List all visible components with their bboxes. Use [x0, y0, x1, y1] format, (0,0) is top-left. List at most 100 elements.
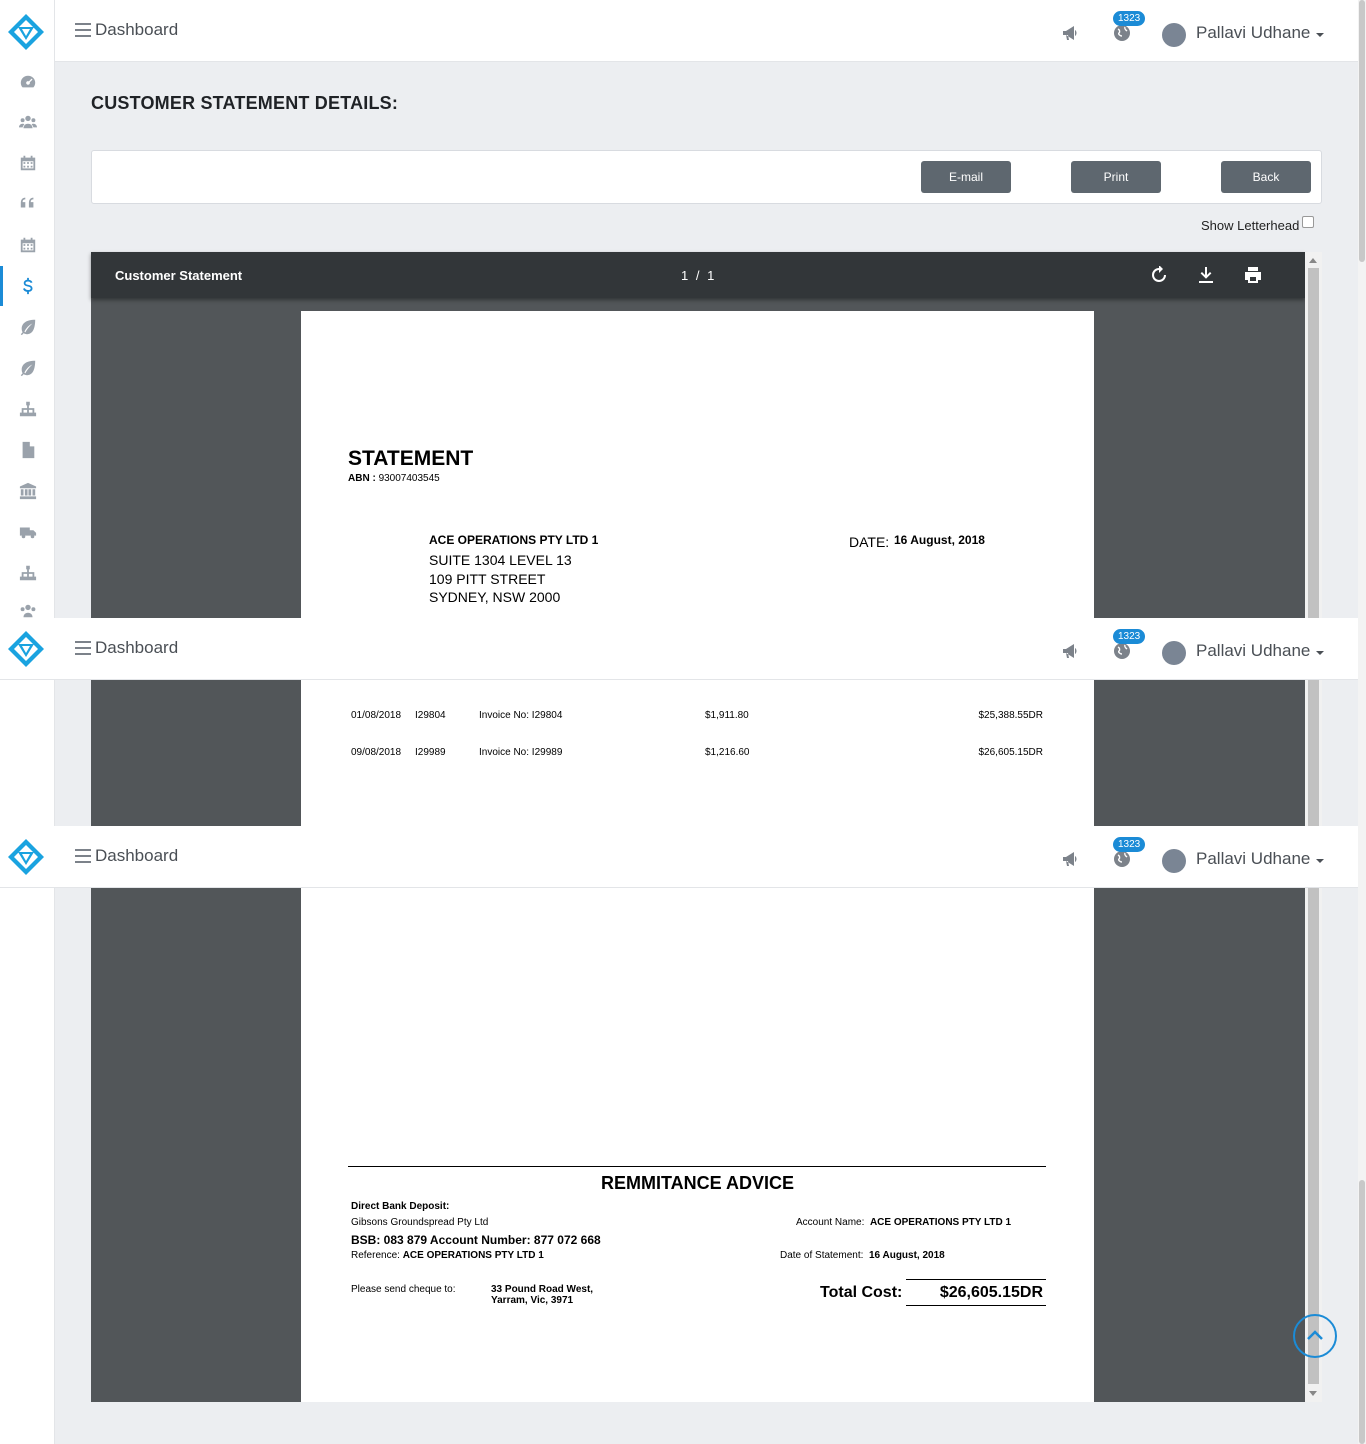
- globe-icon[interactable]: [1113, 850, 1131, 868]
- address-line-3: SYDNEY, NSW 2000: [429, 589, 561, 605]
- notification-badge[interactable]: 1323: [1113, 837, 1146, 852]
- row-date: 01/08/2018: [351, 710, 402, 721]
- bank-icon[interactable]: [0, 477, 55, 505]
- bsb-line: BSB: 083 879 Account Number: 877 072 668: [351, 1233, 601, 1247]
- dashboard-label: Dashboard: [95, 638, 179, 657]
- user-menu[interactable]: Pallavi Udhane: [1196, 23, 1325, 43]
- menu-toggle[interactable]: Dashboard: [75, 638, 178, 658]
- cheque-address-line-2: Yarram, Vic, 3971: [491, 1295, 574, 1306]
- row-ref: I29989: [415, 747, 446, 758]
- download-icon[interactable]: [1197, 266, 1215, 284]
- megaphone-icon[interactable]: [1061, 642, 1081, 660]
- date-label: DATE:: [849, 534, 890, 550]
- hamburger-icon[interactable]: [75, 849, 91, 863]
- row-description: Invoice No: I29804: [479, 710, 563, 721]
- menu-toggle[interactable]: Dashboard: [75, 846, 178, 866]
- cheque-label: Please send cheque to:: [351, 1284, 456, 1295]
- hamburger-icon[interactable]: [75, 23, 91, 37]
- row-ref: I29804: [415, 710, 446, 721]
- address-line-1: SUITE 1304 LEVEL 13: [429, 552, 572, 568]
- email-button[interactable]: E-mail: [921, 161, 1011, 193]
- notification-badge[interactable]: 1323: [1113, 11, 1146, 26]
- statement-heading: STATEMENT: [348, 447, 474, 470]
- reference-line: Reference: ACE OPERATIONS PTY LTD 1: [351, 1250, 544, 1261]
- back-button[interactable]: Back: [1221, 161, 1311, 193]
- pdf-page: REMMITANCE ADVICE Direct Bank Deposit: G…: [301, 888, 1094, 1402]
- app-logo-icon[interactable]: [6, 837, 46, 877]
- account-name-label: Account Name:: [796, 1217, 865, 1228]
- calendar-icon[interactable]: [0, 149, 55, 177]
- user-menu[interactable]: Pallavi Udhane: [1196, 641, 1325, 661]
- user-menu[interactable]: Pallavi Udhane: [1196, 849, 1325, 869]
- caret-down-icon: [1316, 858, 1325, 863]
- user-name: Pallavi Udhane: [1196, 849, 1311, 868]
- date-value: 16 August, 2018: [894, 533, 985, 547]
- globe-icon[interactable]: [1113, 24, 1131, 42]
- account-name-value: ACE OPERATIONS PTY LTD 1: [869, 1217, 1012, 1228]
- file-icon[interactable]: [0, 436, 55, 464]
- total-value: $26,605.15DR: [939, 1284, 1043, 1301]
- dashboard-label: Dashboard: [95, 20, 179, 39]
- app-logo-icon[interactable]: [6, 12, 46, 52]
- notification-badge[interactable]: 1323: [1113, 629, 1146, 644]
- sidebar-header: [0, 618, 55, 680]
- megaphone-icon[interactable]: [1061, 850, 1081, 868]
- action-toolbar: E-mail Print Back: [91, 150, 1322, 204]
- app-logo-icon[interactable]: [6, 629, 46, 669]
- calendar-icon[interactable]: [0, 231, 55, 259]
- show-letterhead-toggle[interactable]: Show Letterhead: [1201, 215, 1315, 233]
- print-icon[interactable]: [1244, 266, 1262, 284]
- abn-value: 93007403545: [378, 473, 440, 484]
- sitemap-icon[interactable]: [0, 559, 55, 587]
- sidebar-header: [0, 826, 55, 888]
- account-name-line: Account Name: ACE OPERATIONS PTY LTD 1: [796, 1217, 1011, 1228]
- megaphone-icon[interactable]: [1061, 24, 1081, 42]
- row-description: Invoice No: I29989: [479, 747, 563, 758]
- statement-date-label: Date of Statement:: [780, 1250, 864, 1261]
- users-icon[interactable]: [0, 108, 55, 136]
- pdf-toolbar: Customer Statement 1 / 1: [91, 252, 1305, 298]
- row-balance: $25,388.55DR: [978, 710, 1044, 721]
- pdf-title: Customer Statement: [115, 268, 243, 283]
- total-top-rule: [906, 1279, 1046, 1280]
- reference-value: ACE OPERATIONS PTY LTD 1: [402, 1250, 544, 1261]
- chevron-up-icon: [1307, 1330, 1323, 1340]
- quote-icon[interactable]: [0, 189, 55, 217]
- scroll-down-icon[interactable]: [1309, 1391, 1317, 1396]
- globe-icon[interactable]: [1113, 642, 1131, 660]
- row-date: 09/08/2018: [351, 747, 402, 758]
- cheque-address-line-1: 33 Pound Road West,: [491, 1284, 594, 1295]
- sidebar: [0, 0, 55, 1444]
- menu-toggle[interactable]: Dashboard: [75, 20, 178, 40]
- caret-down-icon: [1316, 32, 1325, 37]
- hamburger-icon[interactable]: [75, 641, 91, 655]
- pdf-page-indicator: 1 / 1: [681, 268, 717, 283]
- sitemap-icon[interactable]: [0, 395, 55, 423]
- scroll-to-top-button[interactable]: [1293, 1314, 1337, 1358]
- leaf-icon[interactable]: [0, 313, 55, 341]
- dashboard-label: Dashboard: [95, 846, 179, 865]
- avatar[interactable]: [1162, 849, 1186, 873]
- row-balance: $26,605.15DR: [978, 747, 1044, 758]
- avatar[interactable]: [1162, 23, 1186, 47]
- caret-down-icon: [1316, 650, 1325, 655]
- dollar-icon[interactable]: [0, 266, 55, 306]
- truck-icon[interactable]: [0, 518, 55, 546]
- statement-date-line: Date of Statement: 16 August, 2018: [780, 1250, 945, 1261]
- row-amount: $1,911.80: [705, 710, 749, 721]
- pdf-page: 01/08/2018 I29804 Invoice No: I29804 $1,…: [301, 680, 1094, 826]
- avatar[interactable]: [1162, 641, 1186, 665]
- rotate-icon[interactable]: [1150, 265, 1168, 284]
- dashboard-icon[interactable]: [0, 68, 55, 96]
- window-scrollbar-thumb[interactable]: [1359, 1180, 1365, 1444]
- print-button[interactable]: Print: [1071, 161, 1161, 193]
- window-scrollbar-thumb[interactable]: [1359, 0, 1365, 262]
- window-scrollbar[interactable]: [1358, 0, 1366, 1444]
- user-name: Pallavi Udhane: [1196, 23, 1311, 42]
- total-bottom-rule: [906, 1305, 1046, 1306]
- abn-line: ABN : 93007403545: [348, 473, 440, 484]
- scroll-up-icon[interactable]: [1309, 258, 1317, 263]
- leaf-icon[interactable]: [0, 354, 55, 382]
- show-letterhead-checkbox[interactable]: [1302, 215, 1315, 228]
- customer-name: ACE OPERATIONS PTY LTD 1: [429, 533, 599, 547]
